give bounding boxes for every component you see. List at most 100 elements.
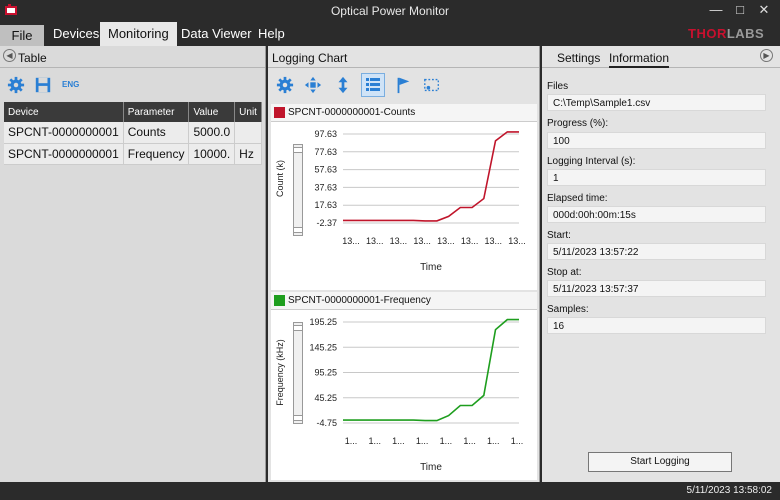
y-tick-label: 77.63 [314, 147, 337, 157]
start-logging-button[interactable]: Start Logging [588, 452, 732, 472]
logging-interval-label: Logging Interval (s): [547, 156, 636, 167]
flag-icon[interactable] [394, 76, 412, 94]
start-field: 5/11/2023 13:57:22 [547, 243, 766, 260]
x-tick-label: 1... [487, 436, 500, 446]
y-tick-label: 95.25 [314, 368, 337, 378]
language-button[interactable]: ENG [62, 80, 79, 89]
counts-legend-label: SPCNT-0000000001-Counts [288, 107, 416, 118]
x-tick-label: 1... [368, 436, 381, 446]
status-bar: 5/11/2023 13:58:02 [0, 482, 780, 500]
y-tick-label: 145.25 [309, 342, 337, 352]
y-tick-label: 17.63 [314, 200, 337, 210]
stop-at-label: Stop at: [547, 267, 582, 278]
x-tick-label: 1... [392, 436, 405, 446]
frequency-plot[interactable]: 195.25 145.25 95.25 45.25 -4.75 1... 1... 1... 1… [271, 310, 537, 480]
chart-gear-icon[interactable] [276, 76, 294, 94]
menu-bar: File Devices Monitoring Data Viewer Help… [0, 22, 780, 46]
device-table: Device Parameter Value Unit SPCNT-000000… [4, 102, 262, 165]
title-bar: Optical Power Monitor — □ ✕ [0, 0, 780, 22]
y-tick-label: 57.63 [314, 165, 337, 175]
status-time: 5/11/2023 13:58:02 [686, 485, 772, 496]
progress-field: 100 [547, 132, 766, 149]
column-device[interactable]: Device [4, 102, 124, 122]
save-icon[interactable] [34, 76, 52, 94]
collapse-left-icon[interactable]: ◀ [3, 49, 16, 62]
menu-file[interactable]: File [0, 25, 44, 46]
x-axis-label: Time [420, 262, 442, 273]
select-region-icon[interactable] [423, 76, 441, 94]
x-tick-label: 13... [437, 236, 455, 246]
files-label: Files [547, 81, 569, 92]
frequency-chart-legend: SPCNT-0000000001-Frequency [271, 292, 537, 310]
start-label: Start: [547, 230, 571, 241]
elapsed-time-field: 000d:00h:00m:15s [547, 206, 766, 223]
x-tick-label: 13... [485, 236, 503, 246]
x-tick-label: 13... [390, 236, 408, 246]
info-panel-header: Settings Information ▶ [542, 46, 780, 68]
logging-chart-panel: Logging Chart SPCNT-0000000001-Counts 97… [268, 46, 540, 482]
menu-help[interactable]: Help [250, 22, 293, 46]
frequency-legend-label: SPCNT-0000000001-Frequency [288, 295, 431, 306]
column-unit[interactable]: Unit [234, 102, 262, 122]
x-tick-label: 1... [511, 436, 524, 446]
menu-monitoring[interactable]: Monitoring [100, 22, 177, 46]
progress-label: Progress (%): [547, 118, 609, 129]
x-axis-label: Time [420, 462, 442, 473]
table-row[interactable]: SPCNT-0000000001 Frequency 10000. Hz [4, 143, 262, 165]
x-tick-label: 13... [508, 236, 526, 246]
counts-chart: SPCNT-0000000001-Counts 97.63 77.63 57.63 3… [271, 104, 537, 290]
y-axis-label: Frequency (kHz) [275, 339, 285, 406]
stop-at-field: 5/11/2023 13:57:37 [547, 280, 766, 297]
y-tick-label: -2.37 [316, 218, 337, 228]
move-icon[interactable] [304, 76, 322, 94]
menu-devices[interactable]: Devices [45, 22, 107, 46]
column-parameter[interactable]: Parameter [123, 102, 190, 122]
cell-unit: Hz [234, 143, 262, 165]
table-panel: ◀ Table ENG Device Parameter Value Unit … [0, 46, 266, 482]
window-title: Optical Power Monitor [330, 4, 450, 18]
counts-chart-legend: SPCNT-0000000001-Counts [271, 104, 537, 122]
y-tick-label: 97.63 [314, 129, 337, 139]
table-panel-title: Table [18, 51, 47, 65]
frequency-legend-swatch [274, 295, 285, 306]
tab-settings[interactable]: Settings [557, 51, 600, 65]
chart-panel-title: Logging Chart [272, 51, 348, 65]
files-field: C:\Temp\Sample1.csv [547, 94, 766, 111]
table-header-row: Device Parameter Value Unit [4, 102, 262, 122]
y-tick-label: -4.75 [316, 418, 337, 428]
cell-value: 5000.0 [188, 122, 236, 144]
x-tick-label: 1... [440, 436, 453, 446]
logo-part2: LABS [726, 26, 765, 41]
table-view-toggle[interactable] [361, 73, 385, 97]
cell-device: SPCNT-0000000001 [4, 122, 124, 144]
maximize-button[interactable]: □ [728, 2, 752, 20]
gear-icon[interactable] [7, 76, 25, 94]
samples-field: 16 [547, 317, 766, 334]
column-value[interactable]: Value [188, 102, 236, 122]
frequency-chart: SPCNT-0000000001-Frequency 195.25 145.25 9… [271, 292, 537, 480]
cell-parameter: Counts [123, 122, 190, 144]
y-tick-label: 195.25 [309, 317, 337, 327]
info-panel: Settings Information ▶ Files C:\Temp\Sam… [542, 46, 780, 482]
close-button[interactable]: ✕ [752, 2, 776, 20]
x-tick-label: 13... [366, 236, 384, 246]
collapse-right-icon[interactable]: ▶ [760, 49, 773, 62]
x-tick-label: 1... [345, 436, 358, 446]
cell-value: 10000. [188, 143, 236, 165]
series-line [343, 318, 519, 422]
y-tick-label: 37.63 [314, 182, 337, 192]
tab-information[interactable]: Information [609, 51, 670, 68]
cell-device: SPCNT-0000000001 [4, 143, 124, 165]
thorlabs-logo: THORLABS [688, 26, 764, 41]
cell-parameter: Frequency [123, 143, 190, 165]
counts-plot[interactable]: 97.63 77.63 57.63 37.63 17.63 -2.37 13... 13...… [271, 122, 537, 290]
table-panel-header: ◀ Table [0, 46, 265, 68]
x-tick-label: 13... [413, 236, 431, 246]
minimize-button[interactable]: — [704, 2, 728, 20]
vertical-arrows-icon[interactable] [334, 76, 352, 94]
x-tick-label: 13... [461, 236, 479, 246]
elapsed-time-label: Elapsed time: [547, 193, 608, 204]
table-row[interactable]: SPCNT-0000000001 Counts 5000.0 [4, 122, 262, 144]
counts-legend-swatch [274, 107, 285, 118]
menu-data-viewer[interactable]: Data Viewer [173, 22, 260, 46]
